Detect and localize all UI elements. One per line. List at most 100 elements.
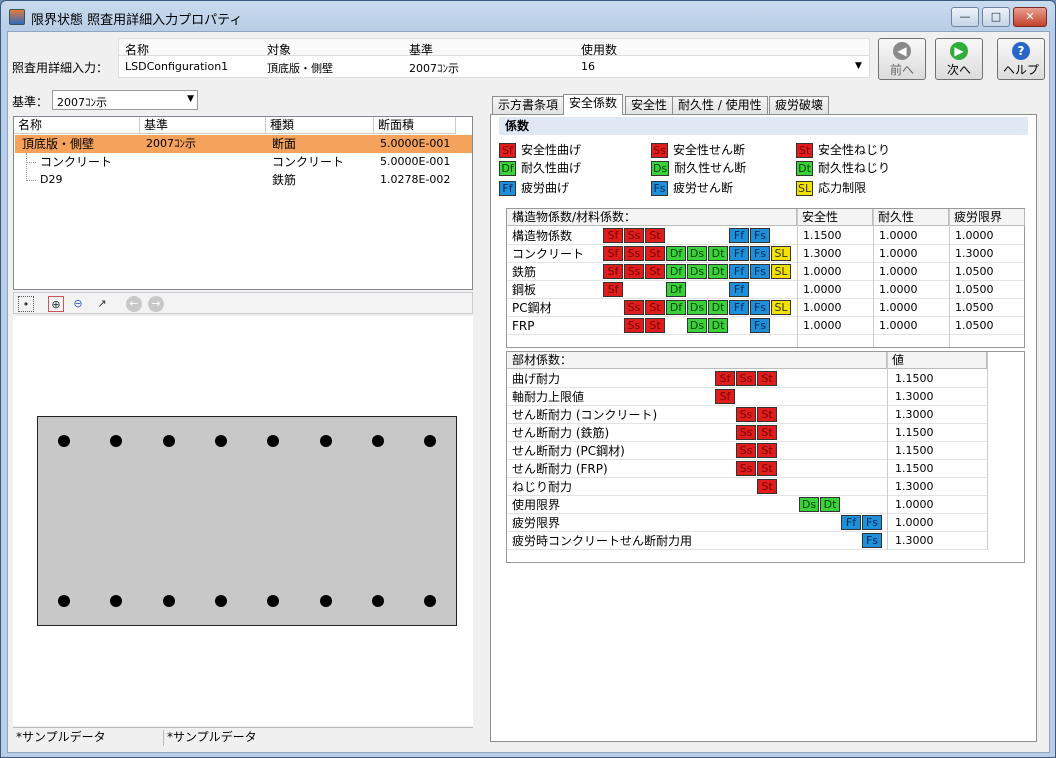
zoom-out-icon[interactable]: ⊖	[70, 296, 86, 312]
factor-value[interactable]: 1.0000	[803, 317, 842, 335]
factor-chip[interactable]: Sf	[603, 264, 623, 279]
factor-chip[interactable]: Fs	[862, 515, 882, 530]
tree-col-area[interactable]: 断面積	[374, 117, 456, 134]
factor-chip[interactable]: Dt	[708, 318, 728, 333]
factor-chip[interactable]: Sf	[715, 389, 735, 404]
forward-icon[interactable]: →	[148, 296, 164, 312]
chevron-down-icon[interactable]: ▼	[855, 61, 862, 71]
factor-value[interactable]: 1.0000	[879, 227, 918, 245]
factor-chip[interactable]: St	[757, 479, 777, 494]
factor-chip[interactable]: Ss	[736, 443, 756, 458]
factor-value[interactable]: 1.1500	[895, 442, 934, 460]
factor-chip[interactable]: Ds	[799, 497, 819, 512]
next-button[interactable]: ▶ 次へ	[935, 38, 983, 80]
factor-chip[interactable]: St	[757, 407, 777, 422]
factor-value[interactable]: 1.1500	[895, 424, 934, 442]
factor-chip[interactable]: Ff	[729, 246, 749, 261]
factor-chip[interactable]: Ss	[736, 425, 756, 440]
tree-row-name[interactable]: 頂底版・側壁	[22, 135, 94, 153]
tab-safety[interactable]: 安全性	[625, 96, 674, 114]
factor-chip[interactable]: Dt	[820, 497, 840, 512]
help-button[interactable]: ? ヘルプ	[997, 38, 1045, 80]
factor-value[interactable]: 1.0500	[955, 317, 994, 335]
factor-value[interactable]: 1.0000	[879, 317, 918, 335]
tree-col-standard[interactable]: 基準	[140, 117, 266, 134]
standard-select[interactable]: 2007ｺﾝ示 ▼	[52, 90, 198, 110]
config-name-value[interactable]: LSDConfiguration1	[125, 60, 228, 73]
tree-col-name[interactable]: 名称	[14, 117, 140, 134]
prev-button[interactable]: ◀ 前へ	[878, 38, 926, 80]
factor-value[interactable]: 1.0000	[879, 263, 918, 281]
factor-value[interactable]: 1.0000	[895, 496, 934, 514]
factor-chip[interactable]: Fs	[862, 533, 882, 548]
factor-value[interactable]: 1.1500	[803, 227, 842, 245]
factor-chip[interactable]: St	[757, 371, 777, 386]
factor-chip[interactable]: Sf	[603, 228, 623, 243]
factor-chip[interactable]: Ss	[736, 371, 756, 386]
factor-chip[interactable]: Ff	[841, 515, 861, 530]
target-value[interactable]: 頂底版・側壁	[267, 60, 333, 76]
tab-durability[interactable]: 耐久性 / 使用性	[672, 96, 768, 114]
factor-chip[interactable]: Ff	[729, 282, 749, 297]
tab-fatigue[interactable]: 疲労破壊	[769, 96, 830, 114]
factor-chip[interactable]: Dt	[708, 300, 728, 315]
factor-value[interactable]: 1.3000	[895, 478, 934, 496]
factor-value[interactable]: 1.3000	[895, 388, 934, 406]
factor-chip[interactable]: SL	[771, 246, 791, 261]
tree-row-name[interactable]: コンクリート	[40, 153, 112, 171]
factor-chip[interactable]: St	[645, 318, 665, 333]
factor-value[interactable]: 1.3000	[895, 532, 934, 550]
standard-value[interactable]: 2007ｺﾝ示	[409, 60, 459, 76]
factor-value[interactable]: 1.0500	[955, 281, 994, 299]
factor-chip[interactable]: Ds	[687, 300, 707, 315]
factor-chip[interactable]: Sf	[715, 371, 735, 386]
factor-chip[interactable]: Ss	[736, 461, 756, 476]
factor-chip[interactable]: St	[645, 246, 665, 261]
tree-col-type[interactable]: 種類	[266, 117, 374, 134]
factor-chip[interactable]: St	[645, 264, 665, 279]
factor-value[interactable]: 1.0000	[879, 299, 918, 317]
factor-value[interactable]: 1.0000	[803, 299, 842, 317]
factor-chip[interactable]: SL	[771, 300, 791, 315]
factor-chip[interactable]: Ds	[687, 318, 707, 333]
factor-value[interactable]: 1.3000	[803, 245, 842, 263]
factor-chip[interactable]: Ss	[624, 318, 644, 333]
tree-row-name[interactable]: D29	[40, 171, 62, 189]
factor-chip[interactable]: Fs	[750, 264, 770, 279]
factor-chip[interactable]: Ds	[687, 246, 707, 261]
factor-chip[interactable]: St	[757, 443, 777, 458]
factor-chip[interactable]: Fs	[750, 318, 770, 333]
factor-value[interactable]: 1.0000	[879, 281, 918, 299]
factor-value[interactable]: 1.0000	[895, 514, 934, 532]
factor-chip[interactable]: Ff	[729, 300, 749, 315]
factor-chip[interactable]: Df	[666, 300, 686, 315]
factor-chip[interactable]: Fs	[750, 300, 770, 315]
factor-chip[interactable]: Sf	[603, 282, 623, 297]
factor-chip[interactable]: Df	[666, 264, 686, 279]
factor-chip[interactable]: Ds	[687, 264, 707, 279]
fit-icon[interactable]: •	[18, 296, 34, 312]
factor-value[interactable]: 1.0500	[955, 299, 994, 317]
factor-value[interactable]: 1.0500	[955, 263, 994, 281]
factor-chip[interactable]: Fs	[750, 228, 770, 243]
arrow-icon[interactable]: ↗	[94, 296, 110, 312]
maximize-button[interactable]: □	[982, 7, 1010, 27]
factor-value[interactable]: 1.1500	[895, 370, 934, 388]
factor-value[interactable]: 1.0000	[803, 263, 842, 281]
factor-chip[interactable]: Dt	[708, 246, 728, 261]
factor-value[interactable]: 1.3000	[895, 406, 934, 424]
factor-chip[interactable]: St	[645, 228, 665, 243]
factor-value[interactable]: 1.1500	[895, 460, 934, 478]
back-icon[interactable]: ←	[126, 296, 142, 312]
tab-clauses[interactable]: 示方書条項	[492, 96, 565, 114]
factor-chip[interactable]: Df	[666, 246, 686, 261]
factor-chip[interactable]: Ss	[624, 300, 644, 315]
factor-value[interactable]: 1.3000	[955, 245, 994, 263]
factor-chip[interactable]: Dt	[708, 264, 728, 279]
zoom-rect-icon[interactable]: ⊕	[48, 296, 64, 312]
factor-chip[interactable]: St	[757, 461, 777, 476]
count-value[interactable]: 16	[581, 60, 595, 73]
factor-chip[interactable]: Fs	[750, 246, 770, 261]
factor-chip[interactable]: St	[645, 300, 665, 315]
factor-chip[interactable]: Ff	[729, 264, 749, 279]
